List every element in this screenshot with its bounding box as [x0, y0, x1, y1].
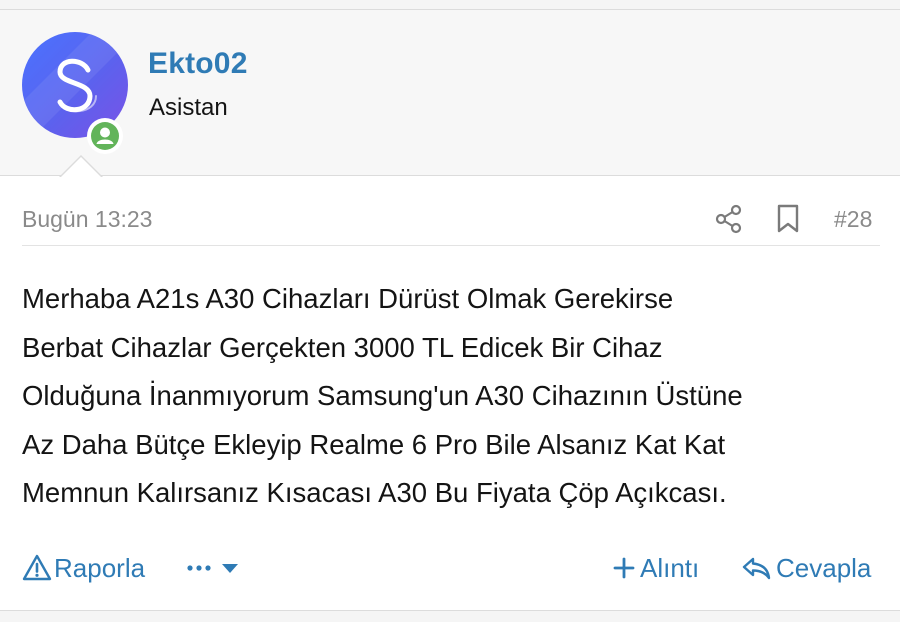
ellipsis-icon: [187, 564, 238, 573]
top-border: [0, 0, 900, 10]
post-body: Merhaba A21s A30 Cihazları Dürüst Olmak …: [22, 283, 743, 508]
online-badge: [87, 118, 123, 154]
reply-label: Cevapla: [776, 552, 872, 583]
bookmark-icon[interactable]: [775, 203, 801, 235]
post-number[interactable]: #28: [834, 206, 872, 233]
report-label: Raporla: [54, 552, 146, 583]
username[interactable]: Ekto02: [148, 47, 248, 81]
more-menu-button[interactable]: [185, 548, 247, 588]
post-actions: Raporla Alıntı Cevapla: [22, 548, 880, 588]
plus-icon: [613, 557, 635, 579]
bottom-border: [0, 610, 900, 622]
quote-label: Alıntı: [640, 552, 700, 583]
user-online-icon: [96, 127, 114, 144]
post-meta-row: Bugün 13:23 #28: [22, 194, 880, 246]
quote-button[interactable]: Alıntı: [612, 548, 699, 588]
warning-triangle-icon: [22, 554, 52, 581]
user-title: Asistan: [149, 94, 228, 121]
reply-button[interactable]: Cevapla: [740, 548, 871, 588]
caret-down-icon: [222, 564, 238, 573]
report-button[interactable]: Raporla: [22, 548, 145, 588]
post-date[interactable]: Bugün 13:23: [22, 206, 152, 233]
reply-arrow-icon: [742, 557, 771, 580]
share-icon[interactable]: [715, 203, 743, 235]
user-header: Ekto02 Asistan: [0, 10, 900, 176]
